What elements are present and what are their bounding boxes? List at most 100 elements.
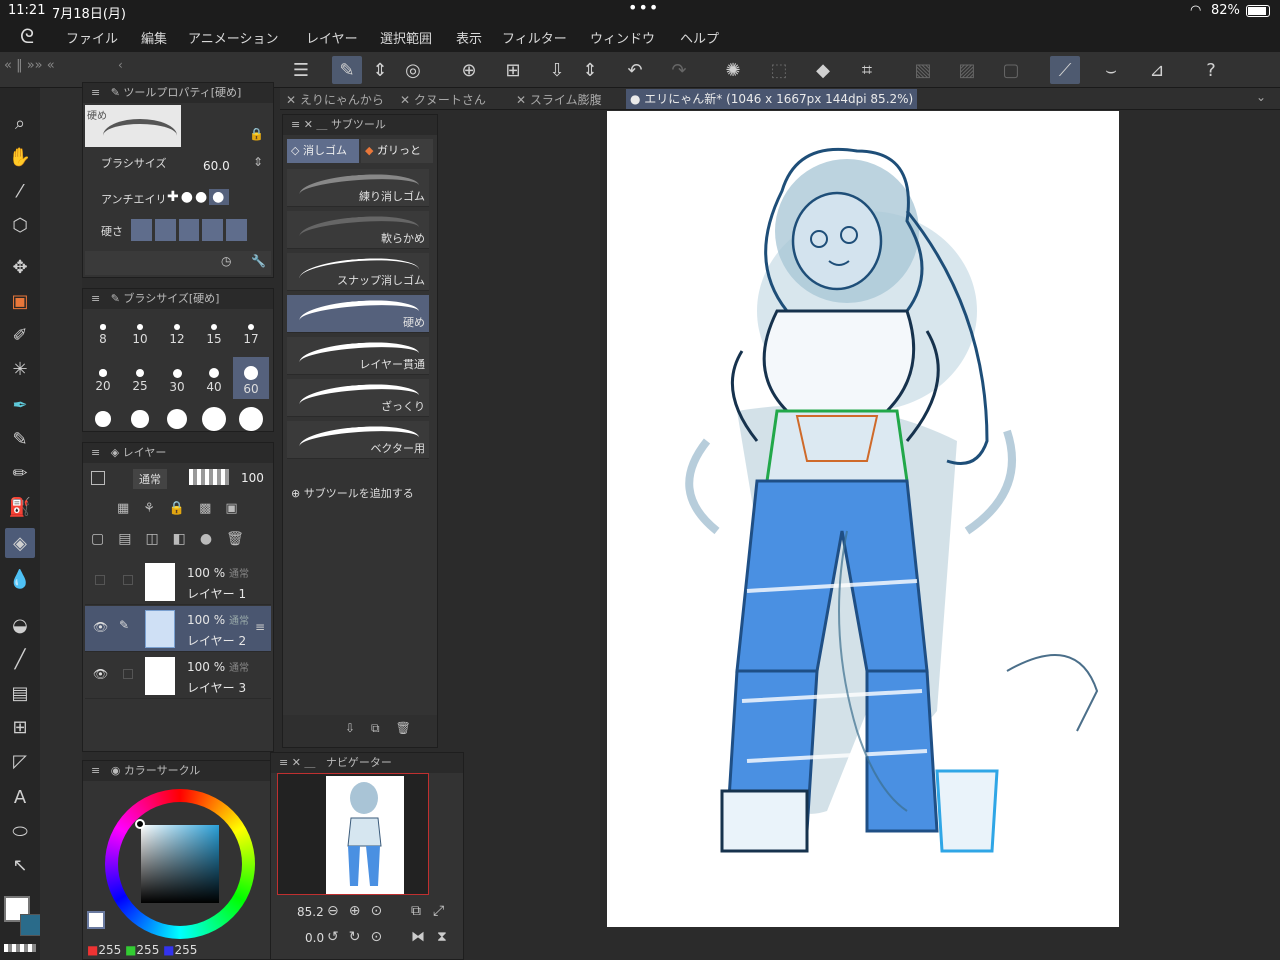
redo-icon[interactable]: ↷	[664, 56, 694, 84]
menu-icon[interactable]: ☰	[286, 56, 316, 84]
subtool-item[interactable]: ベクター用	[287, 421, 429, 459]
reset-icon[interactable]: ◷	[221, 254, 231, 268]
rotate-value[interactable]: 0.0	[305, 931, 324, 945]
brush-size-option[interactable]: 30	[159, 357, 195, 399]
subtool-item[interactable]: 硬め	[287, 295, 429, 333]
rotate-controls[interactable]: ↺↻⊙	[327, 929, 392, 945]
fill-icon[interactable]: ◆	[808, 56, 838, 84]
lock-icon[interactable]: 🔒	[249, 127, 264, 141]
line-icon[interactable]: ╱	[5, 644, 35, 674]
hand-icon[interactable]: ✋	[5, 142, 35, 172]
move-icon[interactable]: ✥	[5, 252, 35, 282]
layer-row[interactable]: 👁 ✎ 100 % 通常 レイヤー 2 ≡	[85, 606, 271, 652]
color-picker-handle[interactable]	[135, 819, 145, 829]
wrench-icon[interactable]: 🔧	[251, 254, 266, 268]
clear-icon[interactable]: ▧	[908, 56, 938, 84]
text-icon[interactable]: A	[5, 782, 35, 812]
edit-toggle[interactable]	[123, 575, 133, 585]
hue-ring[interactable]	[105, 789, 255, 939]
lasso-icon[interactable]: ✐	[5, 320, 35, 350]
flip-icons[interactable]: ⧓⧗	[411, 929, 459, 945]
undo-icon[interactable]: ↶	[620, 56, 650, 84]
layer-menu-icon[interactable]: ≡	[255, 620, 265, 634]
brush-size-option[interactable]: 20	[85, 357, 121, 399]
menu-edit[interactable]: 編集	[141, 28, 167, 47]
subtool-item[interactable]: ざっくり	[287, 379, 429, 417]
new-file-icon[interactable]: ⊕	[454, 56, 484, 84]
menu-animation[interactable]: アニメーション	[188, 28, 278, 47]
navigator-preview[interactable]	[277, 773, 429, 895]
layer-color-icon[interactable]	[91, 471, 105, 485]
subtool-tab-garitto[interactable]: ◆ ガリっと	[361, 139, 433, 163]
tab-active[interactable]: ● エリにゃん新* (1046 x 1667px 144dpi 85.2%)	[626, 89, 918, 109]
menu-window[interactable]: ウィンドウ	[590, 28, 655, 47]
deselect-icon[interactable]: ⬚	[764, 56, 794, 84]
open-folder-icon[interactable]: ⊞	[498, 56, 528, 84]
brush-size-option[interactable]: 150	[233, 403, 269, 431]
menu-selection[interactable]: 選択範囲	[380, 28, 432, 47]
clip-icon[interactable]: ▨	[952, 56, 982, 84]
brush-size-option[interactable]: 25	[122, 357, 158, 399]
transparent-swatch[interactable]	[4, 944, 36, 952]
menu-filter[interactable]: フィルター	[502, 28, 567, 47]
hardness-slider[interactable]	[131, 219, 247, 241]
select-icon[interactable]: ▣	[5, 286, 35, 316]
zoom-value[interactable]: 85.2	[297, 905, 324, 919]
current-color-swatch[interactable]	[87, 911, 105, 929]
opacity-value[interactable]: 100	[241, 471, 264, 485]
eye-icon[interactable]: 👁	[93, 667, 108, 681]
fit-icons[interactable]: ⧉⤢	[411, 903, 456, 919]
visibility-toggle[interactable]	[95, 575, 105, 585]
saturation-square[interactable]	[141, 825, 219, 903]
chevron-left-icon[interactable]: ‹	[118, 58, 123, 72]
layer-row[interactable]: 👁 100 % 通常 レイヤー 3	[85, 653, 271, 699]
zoom-controls[interactable]: ⊖⊕⊙	[327, 903, 392, 919]
help-icon[interactable]: ?	[1196, 56, 1226, 84]
zoom-icon[interactable]: ⌕	[5, 108, 35, 138]
pen-icon[interactable]: ✒	[5, 390, 35, 420]
layer-lock-icons[interactable]: ▦⚘🔒▩▣	[117, 501, 252, 516]
airbrush-icon[interactable]: ⛽	[5, 492, 35, 522]
updown-icon[interactable]: ⇕	[578, 56, 602, 84]
fill-bucket-icon[interactable]: ◒	[5, 610, 35, 640]
frame-icon[interactable]: ▢	[996, 56, 1026, 84]
brush-size-option[interactable]: 12	[159, 311, 195, 353]
multitask-dots-icon[interactable]: •••	[628, 0, 659, 17]
subtool-item[interactable]: 軟らかめ	[287, 211, 429, 249]
subtool-item[interactable]: スナップ消しゴム	[287, 253, 429, 291]
layer-action-icons[interactable]: ▢▤◫◧●🗑	[91, 531, 258, 547]
brush-size-option[interactable]: 17	[233, 311, 269, 353]
add-subtool-button[interactable]: ⊕ サブツールを追加する	[291, 485, 414, 501]
brush-size-stepper[interactable]: ⇕	[253, 155, 263, 169]
eye-icon[interactable]: 👁	[93, 620, 108, 634]
brush-size-option[interactable]: 8	[85, 311, 121, 353]
subtool-item[interactable]: レイヤー貫通	[287, 337, 429, 375]
antialias-options[interactable]: ✚●● ●	[167, 189, 230, 205]
spinner-icon[interactable]: ✺	[718, 56, 748, 84]
transform-icon[interactable]: ⌗	[852, 56, 882, 84]
brush-size-option[interactable]: 15	[196, 311, 232, 353]
tab-1[interactable]: ✕ えりにゃんから	[286, 91, 384, 108]
subtool-tab-eraser[interactable]: ◇ 消しゴム	[287, 139, 359, 163]
blend-icon[interactable]: 💧	[5, 564, 35, 594]
subtool-action-icons[interactable]: ⇩⧉🗑	[345, 721, 427, 736]
edit-mode-icon[interactable]: ✎	[332, 56, 362, 84]
app-logo-icon[interactable]: ᘓ	[20, 24, 34, 48]
menu-view[interactable]: 表示	[456, 28, 482, 47]
edit-toggle[interactable]	[123, 669, 133, 679]
save-icon[interactable]: ⇩	[542, 56, 572, 84]
brush-size-value[interactable]: 60.0	[203, 159, 230, 173]
chevron-down-icon[interactable]: ⌄	[1256, 90, 1266, 104]
updown-icon[interactable]: ⇕	[368, 56, 392, 84]
brush-size-option[interactable]: 10	[122, 311, 158, 353]
brush-size-option[interactable]: 70	[85, 403, 121, 431]
menu-help[interactable]: ヘルプ	[680, 28, 719, 47]
ruler-tool-icon[interactable]: ◸	[5, 746, 35, 776]
correct-line-icon[interactable]: ↖	[5, 850, 35, 880]
eyedropper-icon[interactable]: ⁄	[5, 176, 35, 206]
spiral-icon[interactable]: ◎	[398, 56, 428, 84]
blend-mode-select[interactable]: 通常	[133, 469, 167, 489]
3d-icon[interactable]: ⬡	[5, 210, 35, 240]
brush-size-option[interactable]: 40	[196, 357, 232, 399]
brush-size-option[interactable]: 100	[159, 403, 195, 431]
